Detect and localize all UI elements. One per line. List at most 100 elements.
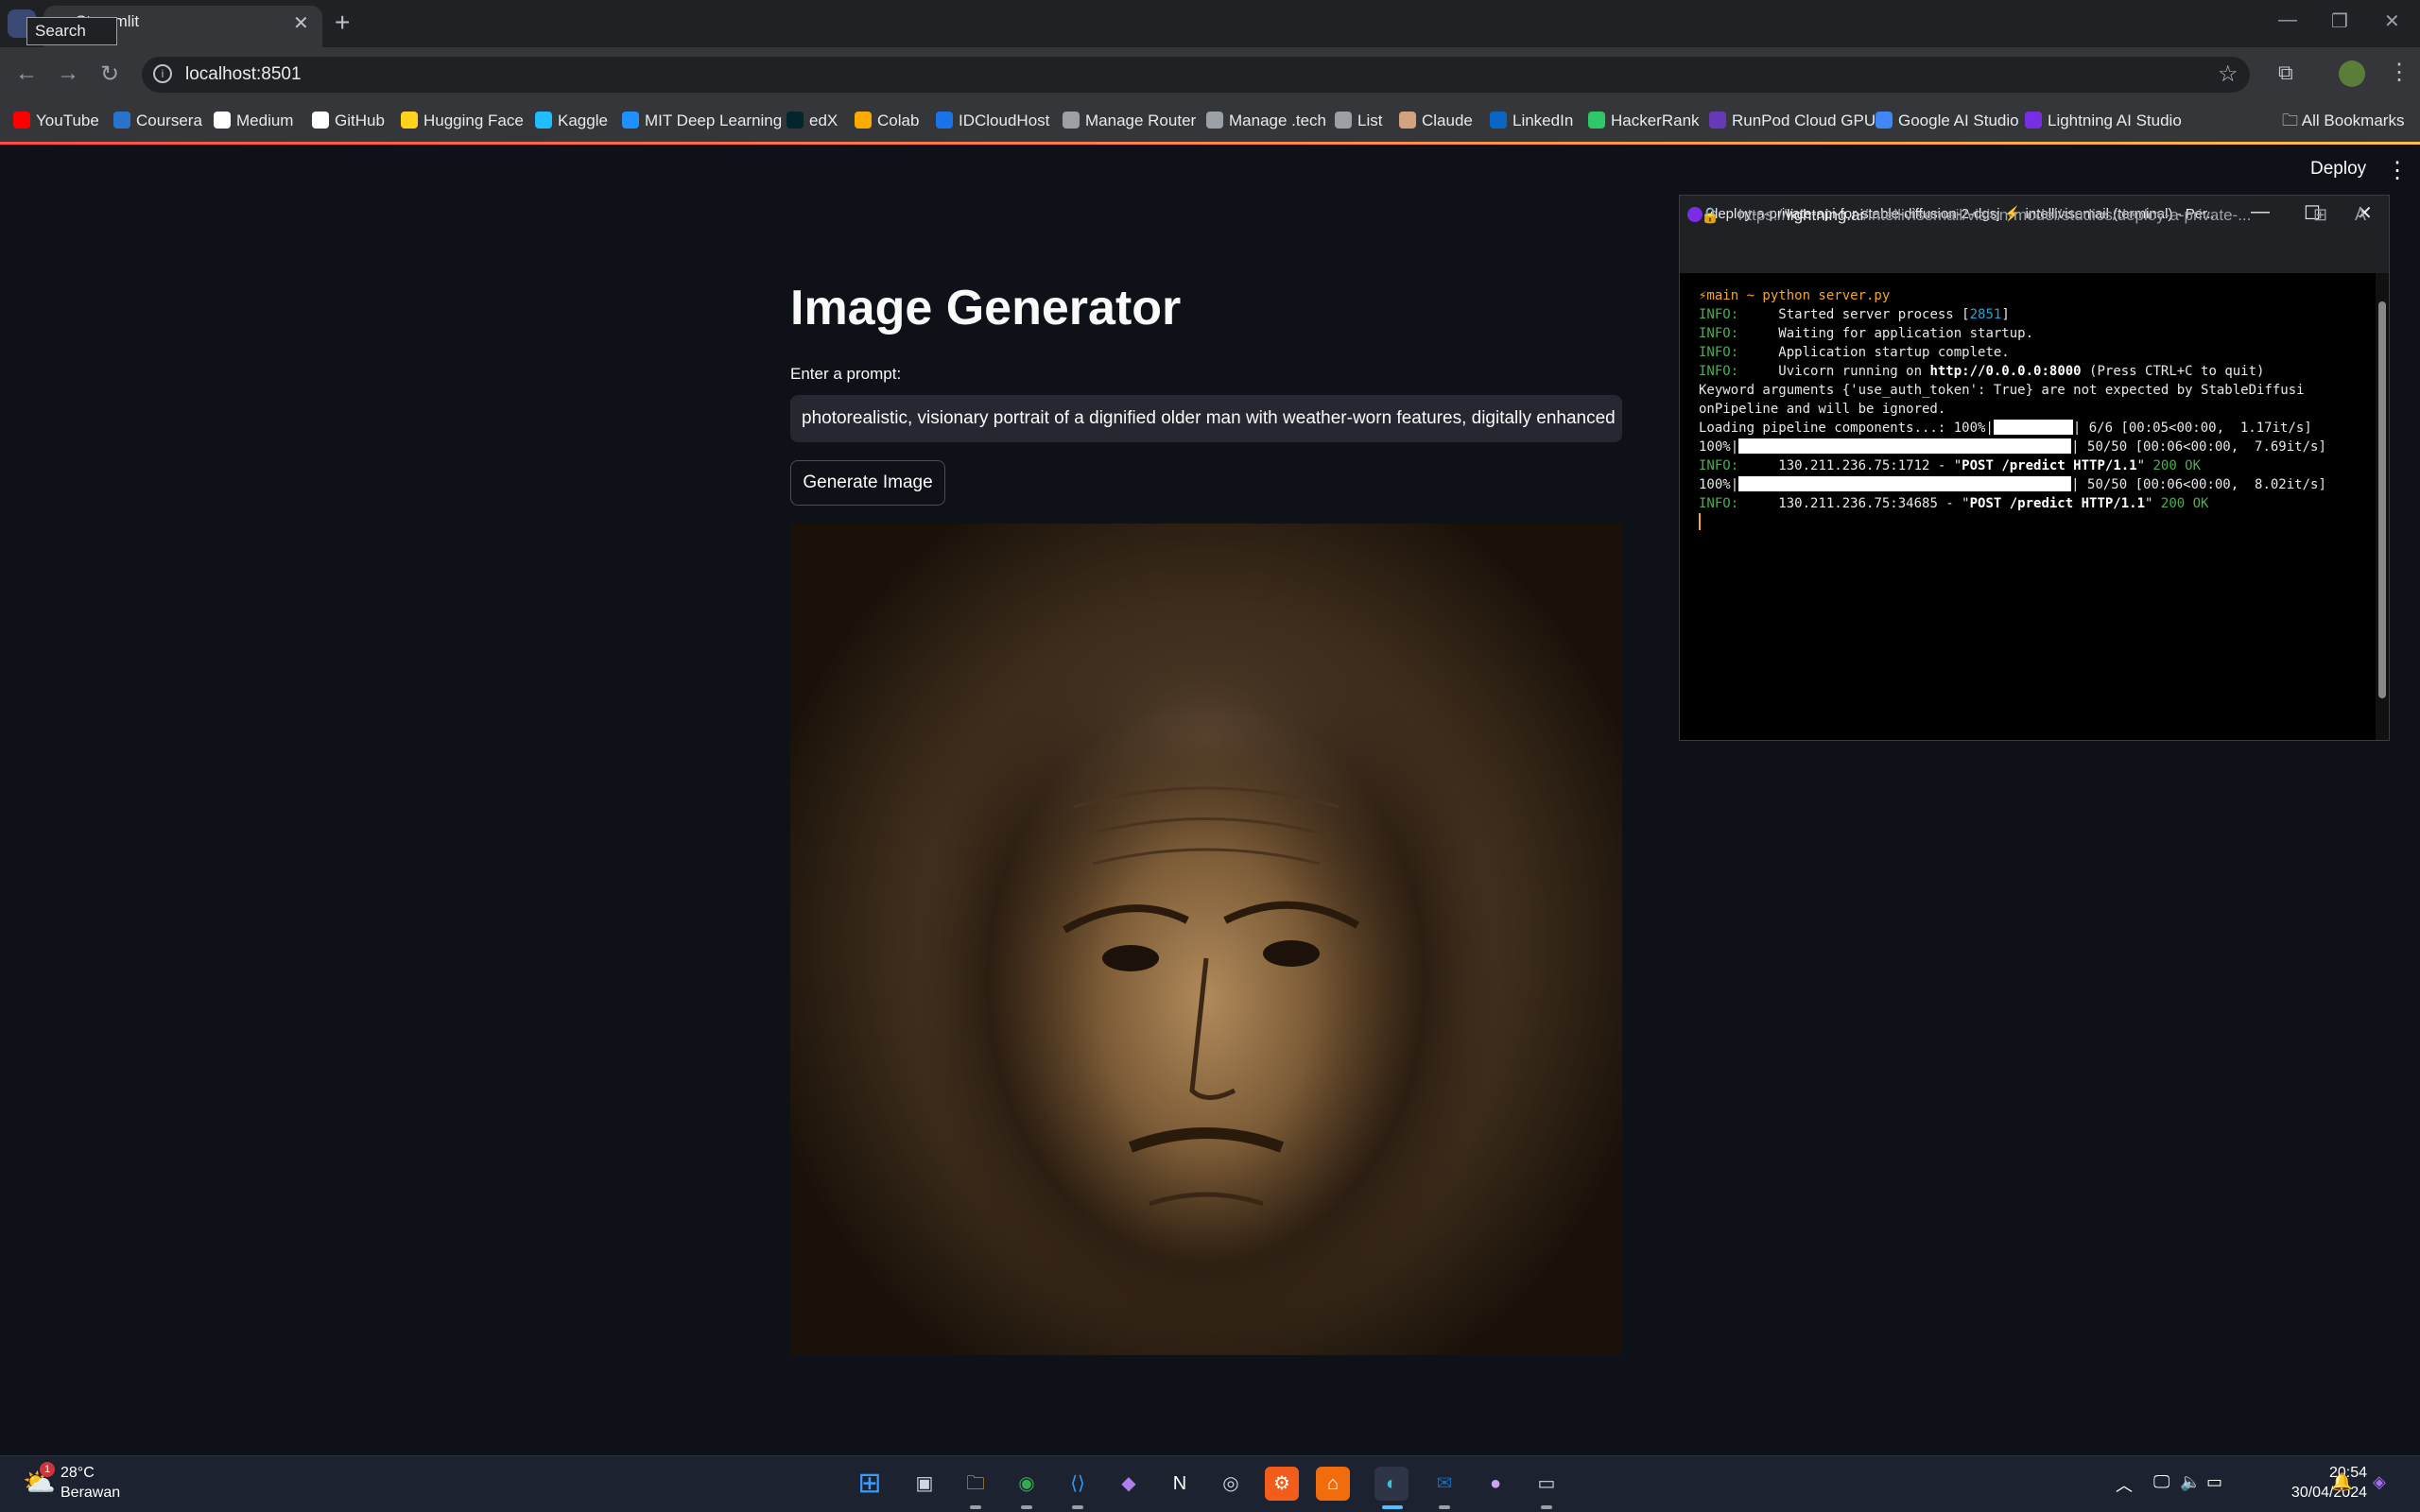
bookmark-label: GitHub	[335, 112, 385, 129]
window-close-icon[interactable]: ✕	[2384, 9, 2400, 33]
site-info-icon[interactable]: i	[153, 64, 172, 83]
bookmark-hugging-face[interactable]: Hugging Face	[401, 108, 524, 134]
file-explorer-icon[interactable]: 🗀	[959, 1467, 993, 1501]
scrollbar-thumb[interactable]	[2378, 301, 2386, 698]
weather-temperature[interactable]: 28°C	[60, 1465, 95, 1482]
windows-taskbar	[0, 1455, 2420, 1512]
url-text[interactable]: localhost:8501	[185, 64, 302, 85]
bookmark-coursera[interactable]: Coursera	[113, 108, 202, 134]
bookmark-kaggle[interactable]: Kaggle	[535, 108, 608, 134]
streamlit-menu-icon[interactable]: ⋮	[2386, 157, 2409, 184]
notion-icon[interactable]: N	[1163, 1467, 1197, 1501]
outlook-icon[interactable]: ✉	[1427, 1467, 1461, 1501]
visual-studio-icon[interactable]: ◆	[1112, 1467, 1146, 1501]
bookmark-google-ai-studio[interactable]: Google AI Studio	[1876, 108, 2019, 134]
bookmark-manage-router[interactable]: Manage Router	[1063, 108, 1196, 134]
back-icon[interactable]: ←	[15, 60, 38, 87]
bookmark-runpod-cloud-gpu[interactable]: RunPod Cloud GPU	[1709, 108, 1876, 134]
info-label: INFO:	[1699, 345, 1739, 360]
minimize-icon[interactable]: —	[2278, 9, 2297, 31]
bookmark-github[interactable]: GitHub	[312, 108, 385, 134]
volume-icon[interactable]: 🔈	[2180, 1472, 2201, 1492]
log-line: onPipeline and will be ignored.	[1699, 402, 1946, 417]
bookmark-label: Coursera	[136, 112, 202, 129]
bookmark-claude[interactable]: Claude	[1399, 108, 1473, 134]
weather-description[interactable]: Berawan	[60, 1485, 120, 1502]
address-bar[interactable]	[142, 57, 2250, 93]
forward-icon[interactable]: →	[57, 60, 79, 87]
terminal-popup-window[interactable]: deploy-a-private-api-for-stable-diffusio…	[1679, 195, 2390, 741]
read-aloud-icon[interactable]: A	[2355, 205, 2366, 225]
deploy-button[interactable]: Deploy	[2310, 159, 2366, 180]
url-path: /intellivisemail/vision-model/studios/de…	[1863, 206, 2252, 224]
generate-image-button[interactable]: Generate Image	[790, 460, 945, 506]
medium-icon	[214, 112, 231, 129]
bookmark-edx[interactable]: edX	[786, 108, 838, 134]
log-line: 100%|	[1699, 477, 1739, 492]
reload-icon[interactable]: ↻	[100, 60, 119, 88]
github-icon	[312, 112, 329, 129]
bookmark-star-icon[interactable]: ☆	[2218, 60, 2238, 88]
bookmark-idcloudhost[interactable]: IDCloudHost	[936, 108, 1049, 134]
kaggle-icon	[535, 112, 552, 129]
profile-avatar[interactable]	[2339, 60, 2365, 87]
status-ok: 200 OK	[2160, 496, 2209, 511]
battery-icon[interactable]: ▭	[2206, 1472, 2222, 1492]
prompt-input[interactable]: photorealistic, visionary portrait of a …	[790, 395, 1622, 442]
claude-icon	[1399, 112, 1416, 129]
terminal-url[interactable]: https://lightning.ai/intellivisemail/vis…	[1738, 206, 2268, 225]
clock-time[interactable]: 20:54	[2282, 1465, 2367, 1482]
log-line: Started server process [	[1738, 307, 1970, 322]
bookmark-lightning-ai-studio[interactable]: Lightning AI Studio	[2025, 108, 2182, 134]
log-line: "	[2136, 458, 2153, 473]
log-line: "	[2145, 496, 2161, 511]
lock-icon[interactable]: 🔒	[1701, 206, 1720, 225]
copilot-icon[interactable]: ◈	[2373, 1472, 2386, 1492]
browser-menu-icon[interactable]: ⋮	[2388, 59, 2411, 86]
restore-icon[interactable]: ❐	[2331, 9, 2348, 33]
log-line: Keyword arguments {'use_auth_token': Tru…	[1699, 383, 2305, 398]
terminal-icon[interactable]: ▭	[1530, 1467, 1564, 1501]
terminal-output[interactable]: ⚡main ~ python server.py INFO: Started s…	[1699, 286, 2360, 532]
all-bookmarks[interactable]: 🗀 All Bookmarks	[2282, 108, 2404, 134]
app-orange-2-icon[interactable]: ⌂	[1316, 1467, 1350, 1501]
bookmark-colab[interactable]: Colab	[855, 108, 919, 134]
prompt-label: Enter a prompt:	[790, 365, 902, 383]
running-indicator	[1541, 1505, 1552, 1509]
notification-bell-icon[interactable]: 🔔	[2331, 1472, 2352, 1492]
start-menu-icon[interactable]: ⊞	[853, 1467, 887, 1501]
task-view-icon[interactable]: ▣	[908, 1467, 942, 1501]
linkedin-icon	[1490, 112, 1507, 129]
terminal-scrollbar[interactable]	[2376, 273, 2389, 740]
github-desktop-icon[interactable]: ●	[1478, 1467, 1512, 1501]
bookmark-list[interactable]: List	[1335, 108, 1382, 134]
bookmark-youtube[interactable]: YouTube	[13, 108, 99, 134]
status-ok: 200 OK	[2152, 458, 2202, 473]
bookmark-mit-deep-learning[interactable]: MIT Deep Learning	[622, 108, 782, 134]
generated-portrait-image	[790, 524, 1622, 1355]
prompt-line: ⚡main ~ python server.py	[1699, 288, 1891, 303]
edx-icon	[786, 112, 804, 129]
close-tab-icon[interactable]: ✕	[293, 11, 309, 35]
new-tab-icon[interactable]: +	[335, 8, 350, 38]
app-orange-icon[interactable]: ⚙	[1265, 1467, 1299, 1501]
chevron-up-icon[interactable]: ︿	[2116, 1472, 2133, 1497]
bookmark-linkedin[interactable]: LinkedIn	[1490, 108, 1573, 134]
steam-icon[interactable]: ◎	[1214, 1467, 1248, 1501]
app-available-icon[interactable]: ⊞	[2313, 205, 2327, 225]
extensions-icon[interactable]: ⧉	[2278, 60, 2293, 85]
progress-bar	[1738, 476, 2072, 491]
bookmark-hackerrank[interactable]: HackerRank	[1588, 108, 1700, 134]
vscode-icon[interactable]: ⟨⟩	[1061, 1467, 1095, 1501]
log-line: 130.211.236.75:34685 - "	[1738, 496, 1970, 511]
log-line: (Press CTRL+C to quit)	[2081, 364, 2265, 379]
edge-icon[interactable]: ◐	[1374, 1467, 1409, 1501]
browser-tab-strip	[0, 0, 2420, 47]
network-icon[interactable]: 🖵	[2153, 1472, 2169, 1492]
runpod-icon	[1709, 112, 1726, 129]
globe-icon	[1206, 112, 1223, 129]
bookmark-medium[interactable]: Medium	[214, 108, 293, 134]
idcloudhost-icon	[936, 112, 953, 129]
bookmark-manage-tech[interactable]: Manage .tech	[1206, 108, 1326, 134]
chrome-icon[interactable]: ◉	[1010, 1467, 1044, 1501]
